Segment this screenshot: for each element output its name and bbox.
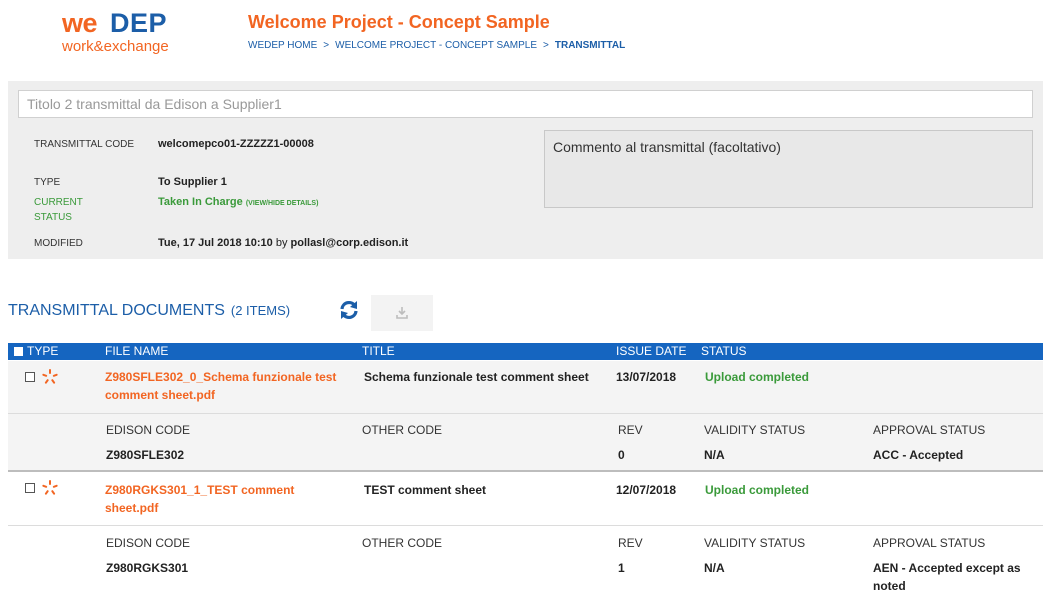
col-type[interactable]: TYPE [27, 343, 58, 360]
table-row[interactable]: Z980RGKS301_1_TEST comment sheet.pdf TES… [8, 472, 1043, 524]
transmittal-title-field[interactable]: Titolo 2 transmittal da Edison a Supplie… [18, 90, 1033, 118]
documents-title-text: TRANSMITTAL DOCUMENTS [8, 302, 225, 319]
edison-file-type-icon [42, 369, 58, 384]
type-value: To Supplier 1 [158, 176, 227, 188]
table-row[interactable]: Z980SFLE302_0_Schema funzionale test com… [8, 361, 1043, 413]
doc-title: TEST comment sheet [364, 483, 487, 497]
row-checkbox[interactable] [25, 372, 35, 382]
edison-file-type-icon [42, 480, 58, 495]
file-name-link[interactable]: Z980SFLE302_0_Schema funzionale test com… [105, 368, 345, 404]
documents-section-title: TRANSMITTAL DOCUMENTS (2 ITEMS) [8, 302, 290, 320]
breadcrumb-project[interactable]: WELCOME PROJECT - CONCEPT SAMPLE [335, 40, 537, 51]
select-all-checkbox[interactable] [14, 347, 23, 356]
issue-date: 12/07/2018 [616, 483, 677, 497]
logo-subtitle: work&exchange [62, 38, 169, 55]
transmittal-panel: Titolo 2 transmittal da Edison a Supplie… [8, 81, 1043, 259]
validity-status-label: VALIDITY STATUS [704, 423, 806, 437]
rev-value: 0 [618, 448, 625, 462]
col-status[interactable]: STATUS [701, 343, 747, 360]
download-icon [396, 307, 408, 319]
modified-date: Tue, 17 Jul 2018 10:10 [158, 237, 273, 249]
validity-status-value: N/A [704, 561, 725, 575]
logo-we-text: we [62, 8, 98, 38]
current-status-label: CURRENT STATUS [34, 197, 83, 223]
issue-date: 13/07/2018 [616, 370, 677, 384]
breadcrumb-separator: > [323, 40, 330, 51]
type-label: TYPE [34, 177, 61, 188]
upload-status: Upload completed [705, 370, 810, 384]
breadcrumb-current: TRANSMITTAL [554, 40, 626, 51]
rev-label: REV [618, 536, 643, 550]
documents-count: (2 ITEMS) [230, 303, 291, 318]
edison-code-value: Z980RGKS301 [106, 561, 189, 575]
breadcrumb: WEDEP HOME > WELCOME PROJECT - CONCEPT SAM… [248, 40, 625, 51]
refresh-icon[interactable] [338, 299, 360, 321]
approval-status-label: APPROVAL STATUS [873, 423, 986, 437]
wedep-logo[interactable]: we DEP work&exchange [62, 10, 202, 60]
breadcrumb-separator: > [543, 40, 549, 51]
file-name-link[interactable]: Z980RGKS301_1_TEST comment sheet.pdf [105, 481, 330, 517]
approval-status-value: AEN - Accepted except as noted [873, 561, 1021, 593]
edison-code-value: Z980SFLE302 [106, 448, 185, 462]
validity-status-label: VALIDITY STATUS [704, 536, 806, 550]
row-details: EDISON CODE OTHER CODE REV VALIDITY STAT… [8, 414, 1043, 470]
modified-by: by [275, 237, 288, 249]
other-code-label: OTHER CODE [362, 536, 443, 550]
rev-value: 1 [618, 561, 625, 575]
current-status-value: Taken In Charge (VIEW/HIDE DETAILS) [158, 195, 318, 211]
documents-table-header: TYPE FILE NAME TITLE ISSUE DATE STATUS [8, 343, 1043, 360]
col-issue-date[interactable]: ISSUE DATE [616, 343, 686, 360]
download-button[interactable] [371, 295, 433, 331]
col-file-name[interactable]: FILE NAME [105, 343, 168, 360]
view-hide-details-link[interactable]: (VIEW/HIDE DETAILS) [246, 200, 319, 207]
transmittal-code-value: welcomepco01-ZZZZZ1-00008 [158, 138, 314, 150]
project-title: Welcome Project - Concept Sample [248, 12, 550, 32]
modified-user: pollasl@corp.edison.it [290, 237, 409, 249]
edison-code-label: EDISON CODE [106, 536, 191, 550]
status-text: Taken In Charge [158, 196, 243, 208]
col-title[interactable]: TITLE [362, 343, 395, 360]
edison-code-label: EDISON CODE [106, 423, 191, 437]
breadcrumb-home[interactable]: WEDEP HOME [248, 40, 317, 51]
other-code-label: OTHER CODE [362, 423, 443, 437]
doc-title: Schema funzionale test comment sheet [364, 370, 589, 384]
row-checkbox[interactable] [25, 483, 35, 493]
upload-status: Upload completed [705, 483, 810, 497]
transmittal-comment-field[interactable]: Commento al transmittal (facoltativo) [544, 130, 1033, 208]
rev-label: REV [618, 423, 643, 437]
transmittal-code-label: TRANSMITTAL CODE [34, 139, 135, 150]
modified-label: MODIFIED [34, 238, 83, 249]
validity-status-value: N/A [704, 448, 725, 462]
modified-value: Tue, 17 Jul 2018 10:10 by pollasl@corp.e… [158, 236, 408, 251]
approval-status-value: ACC - Accepted [873, 448, 964, 462]
row-details: EDISON CODE OTHER CODE REV VALIDITY STAT… [8, 526, 1043, 593]
logo-dep-text: DEP [110, 8, 168, 38]
approval-status-label: APPROVAL STATUS [873, 536, 986, 550]
